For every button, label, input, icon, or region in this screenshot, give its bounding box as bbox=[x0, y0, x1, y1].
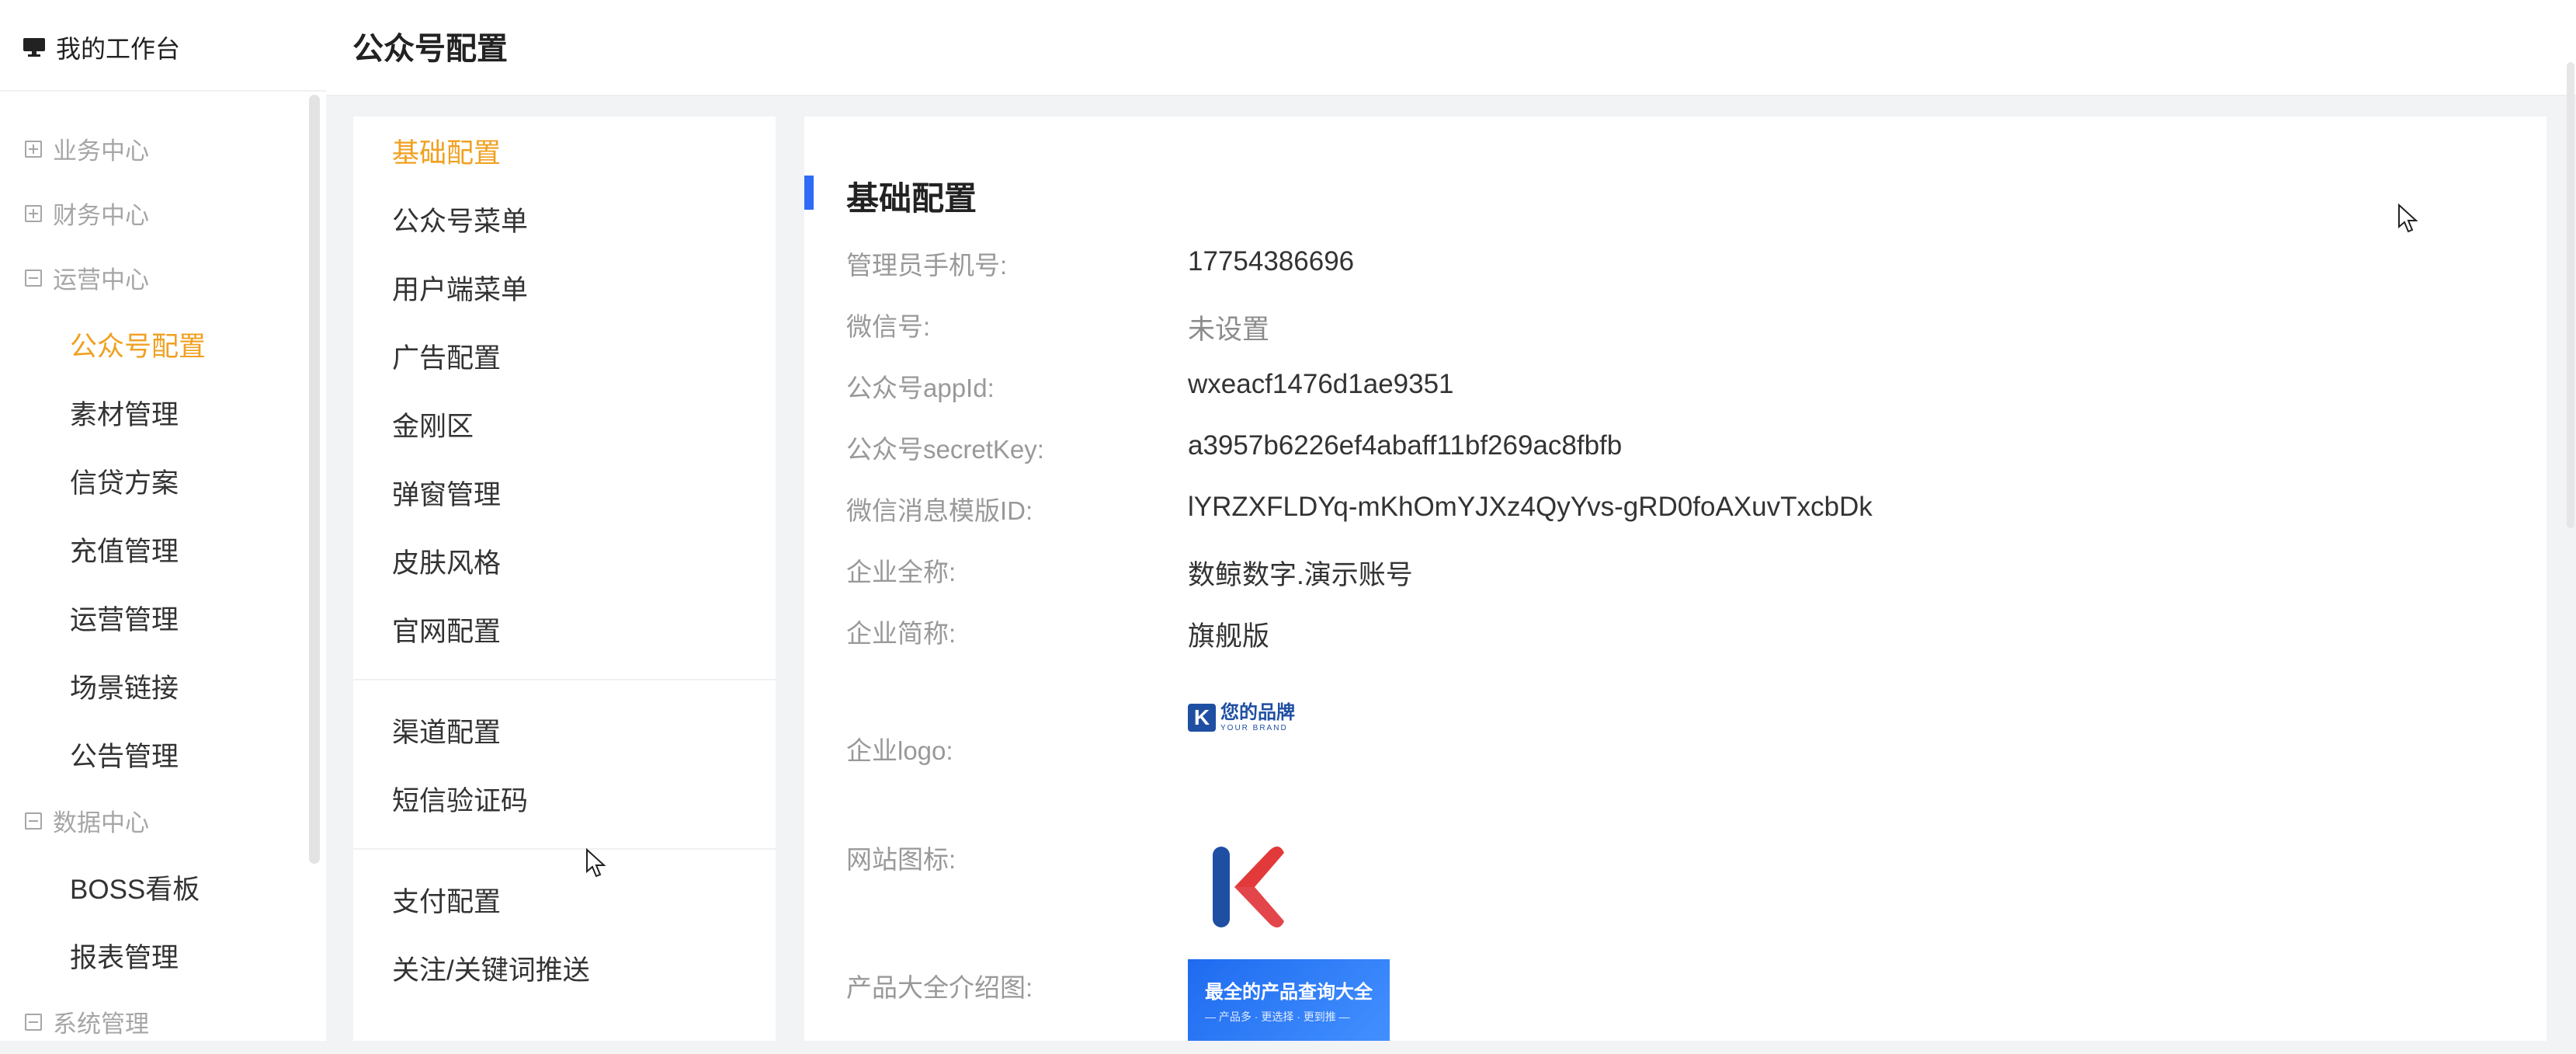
subnav-item[interactable]: 金刚区 bbox=[353, 390, 776, 458]
subnav-divider bbox=[353, 679, 776, 680]
sidebar-label: 运营中心 bbox=[53, 266, 149, 294]
expand-icon bbox=[25, 140, 42, 158]
sidebar-group-0[interactable]: 业务中心 bbox=[0, 117, 307, 181]
workbench-label: 我的工作台 bbox=[56, 35, 181, 63]
subnav-item[interactable]: 渠道配置 bbox=[353, 696, 776, 764]
field-label: 企业全称: bbox=[846, 558, 956, 586]
workbench-link[interactable]: 我的工作台 bbox=[23, 28, 180, 67]
subnav-item[interactable]: 公众号菜单 bbox=[353, 185, 776, 253]
sidebar-label: 财务中心 bbox=[53, 202, 149, 229]
sidebar-group-10[interactable]: 数据中心 bbox=[0, 788, 307, 853]
sidebar-scrollbar[interactable] bbox=[309, 95, 320, 864]
brand-cn-text: 您的品牌 bbox=[1220, 701, 1295, 723]
sidebar-label: 充值管理 bbox=[70, 536, 179, 567]
field-value: 17754386696 bbox=[1188, 246, 1355, 277]
sidebar-group-2[interactable]: 运营中心 bbox=[0, 245, 307, 310]
sidebar-label: 系统管理 bbox=[53, 1011, 149, 1038]
subnav-item[interactable]: 基础配置 bbox=[353, 117, 776, 185]
subnav-item[interactable]: 关注/关键词推送 bbox=[353, 934, 776, 1002]
sidebar: 我的工作台 业务中心财务中心运营中心公众号配置素材管理信贷方案充值管理运营管理场… bbox=[0, 0, 326, 1041]
field-value: lYRZXFLDYq-mKhOmYJXz4QyYvs-gRD0foAXuvTxc… bbox=[1188, 492, 1873, 522]
field-label-favicon: 网站图标: bbox=[846, 845, 956, 874]
config-subnav: 基础配置 公众号菜单 用户端菜单 广告配置 金刚区 弹窗管理 皮肤风格 官网配置渠道配置 短信验… bbox=[353, 117, 776, 1002]
subnav-item[interactable]: 支付配置 bbox=[353, 865, 776, 934]
monitor-icon bbox=[23, 38, 45, 57]
field-value: a3957b6226ef4abaff11bf269ac8fbfb bbox=[1188, 430, 1623, 461]
field-value: 数鲸数字.演示账号 bbox=[1188, 560, 1413, 590]
sidebar-group-1[interactable]: 财务中心 bbox=[0, 181, 307, 245]
sidebar-item-8[interactable]: 场景链接 bbox=[0, 652, 307, 720]
brand-en-text: YOUR BRAND bbox=[1220, 723, 1288, 732]
field-value: 旗舰版 bbox=[1188, 621, 1270, 652]
sidebar-menu: 业务中心财务中心运营中心公众号配置素材管理信贷方案充值管理运营管理场景链接公告管… bbox=[0, 117, 307, 1054]
field-label: 公众号secretKey: bbox=[846, 435, 1044, 464]
mouse-cursor-icon bbox=[586, 848, 606, 878]
product-intro-banner: 最全的产品查询大全 — 产品多 · 更选择 · 更到推 — bbox=[1188, 959, 1390, 1041]
field-label: 微信消息模版ID: bbox=[846, 496, 1033, 525]
field-label: 微信号: bbox=[846, 312, 931, 341]
sidebar-label: BOSS看板 bbox=[70, 874, 200, 905]
brand-k-icon: K bbox=[1188, 704, 1216, 732]
page-title: 公众号配置 bbox=[352, 32, 508, 66]
basic-config-panel: 基础配置 企业logo: K 您的品牌 YOUR BRAND 网站图标: 产品大… bbox=[804, 117, 2546, 1041]
collapse-icon bbox=[25, 812, 42, 830]
sidebar-item-12[interactable]: 报表管理 bbox=[0, 921, 307, 990]
sidebar-item-3[interactable]: 公众号配置 bbox=[0, 310, 307, 378]
expand-icon bbox=[25, 204, 42, 222]
subnav-item[interactable]: 弹窗管理 bbox=[353, 458, 776, 527]
sidebar-label: 信贷方案 bbox=[70, 468, 179, 499]
sidebar-item-5[interactable]: 信贷方案 bbox=[0, 447, 307, 515]
subnav-item[interactable]: 广告配置 bbox=[353, 322, 776, 390]
field-value: 未设置 bbox=[1188, 315, 1270, 345]
sidebar-label: 场景链接 bbox=[70, 673, 179, 704]
subnav-divider bbox=[353, 848, 776, 850]
company-logo: K 您的品牌 YOUR BRAND bbox=[1188, 701, 1307, 735]
field-value: wxeacf1476d1ae9351 bbox=[1188, 369, 1454, 399]
sidebar-divider bbox=[0, 90, 326, 92]
subnav-item[interactable]: 短信验证码 bbox=[353, 764, 776, 833]
sidebar-label: 业务中心 bbox=[53, 137, 149, 165]
collapse-icon bbox=[25, 269, 42, 287]
sidebar-label: 公告管理 bbox=[70, 741, 179, 772]
subnav-item[interactable]: 用户端菜单 bbox=[353, 253, 776, 322]
page-scrollbar[interactable] bbox=[2567, 62, 2574, 528]
sidebar-item-11[interactable]: BOSS看板 bbox=[0, 853, 307, 921]
field-label-logo: 企业logo: bbox=[846, 736, 953, 765]
subnav-item[interactable]: 皮肤风格 bbox=[353, 527, 776, 595]
section-title: 基础配置 bbox=[846, 180, 977, 217]
subnav-item[interactable]: 官网配置 bbox=[353, 595, 776, 663]
k-logo-icon bbox=[1213, 846, 1284, 928]
section-accent-bar bbox=[804, 176, 814, 210]
sidebar-item-6[interactable]: 充值管理 bbox=[0, 515, 307, 583]
sidebar-label: 公众号配置 bbox=[70, 331, 207, 362]
sidebar-group-13[interactable]: 系统管理 bbox=[0, 990, 307, 1054]
config-subpanel: 基础配置 公众号菜单 用户端菜单 广告配置 金刚区 弹窗管理 皮肤风格 官网配置渠道配置 短信验… bbox=[353, 117, 776, 1041]
banner-subtitle: — 产品多 · 更选择 · 更到推 — bbox=[1205, 1011, 1350, 1023]
collapse-icon bbox=[25, 1013, 42, 1031]
top-header: 公众号配置 bbox=[326, 0, 2576, 96]
field-label: 公众号appId: bbox=[846, 374, 995, 402]
sidebar-label: 素材管理 bbox=[70, 399, 179, 430]
field-label: 企业简称: bbox=[846, 619, 956, 648]
sidebar-item-4[interactable]: 素材管理 bbox=[0, 378, 307, 447]
sidebar-label: 数据中心 bbox=[53, 809, 149, 837]
sidebar-label: 运营管理 bbox=[70, 604, 179, 635]
sidebar-item-9[interactable]: 公告管理 bbox=[0, 720, 307, 788]
sidebar-label: 报表管理 bbox=[70, 942, 179, 973]
field-label-product: 产品大全介绍图: bbox=[846, 973, 1033, 1002]
sidebar-item-7[interactable]: 运营管理 bbox=[0, 583, 307, 652]
banner-title: 最全的产品查询大全 bbox=[1205, 982, 1373, 1003]
field-label: 管理员手机号: bbox=[846, 251, 1008, 280]
mouse-cursor-icon bbox=[2398, 203, 2418, 233]
